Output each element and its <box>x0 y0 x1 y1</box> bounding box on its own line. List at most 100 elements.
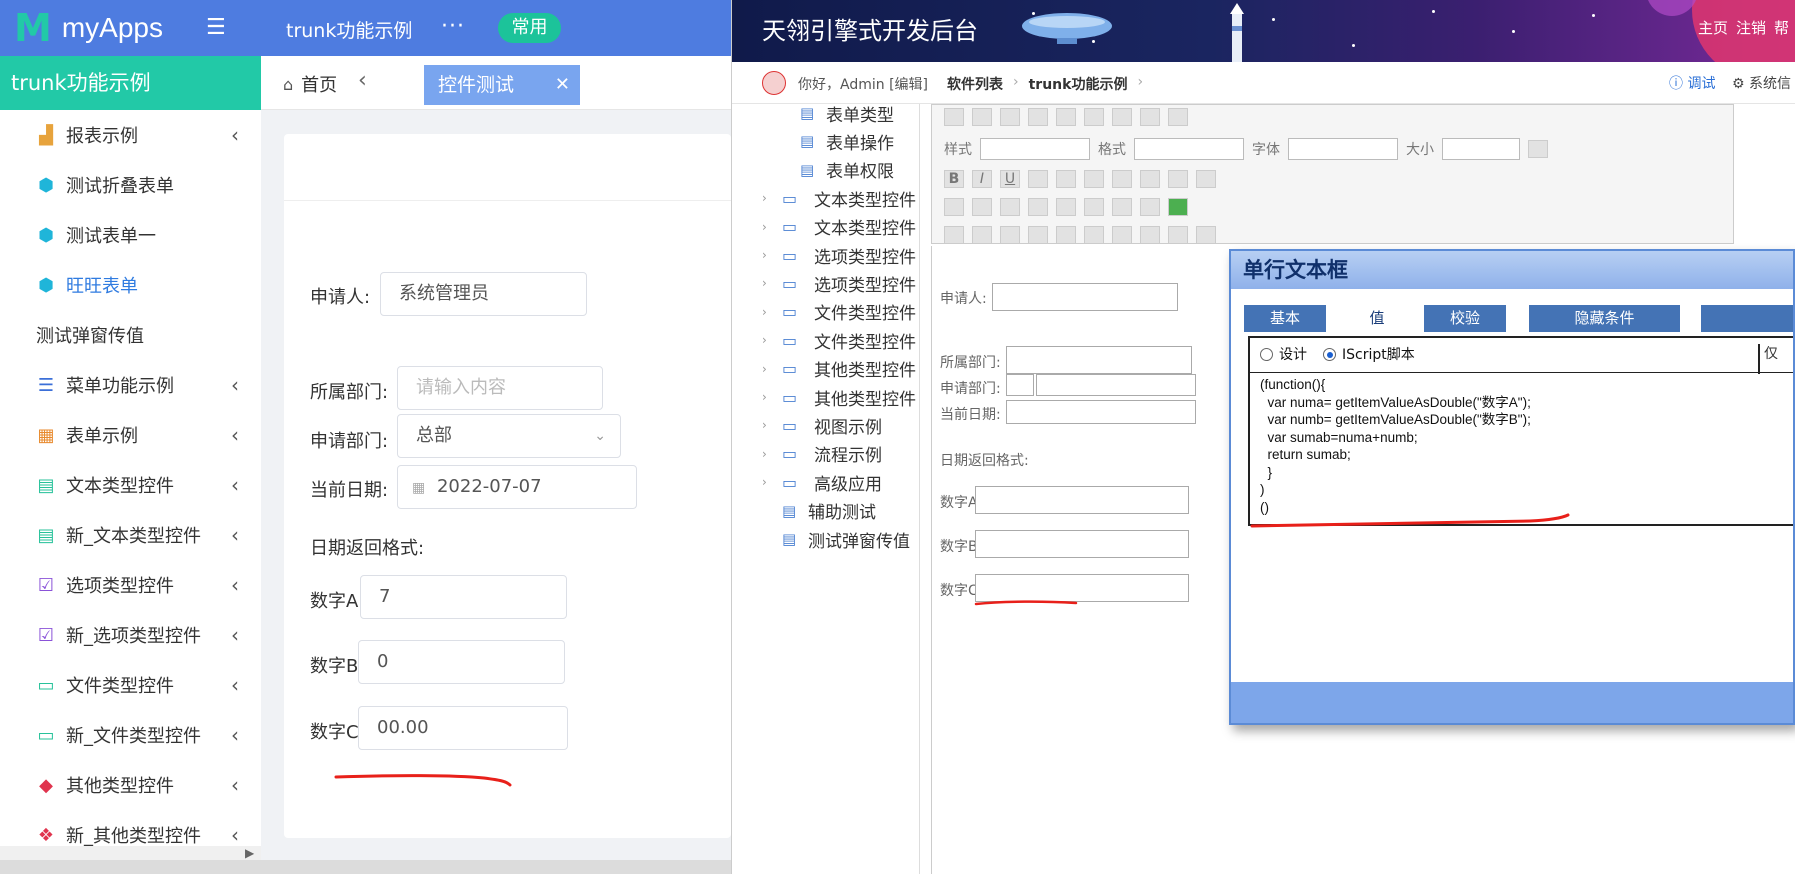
tab-basic[interactable]: 基本 <box>1244 305 1326 332</box>
tree-item[interactable]: ▤ 测试弹窗传值 <box>732 524 910 554</box>
chevron-left-icon[interactable]: ‹ <box>231 473 239 497</box>
chevron-left-icon[interactable]: ‹ <box>231 823 239 846</box>
design-num-b-field[interactable] <box>975 530 1189 558</box>
smiley-icon[interactable] <box>1140 108 1160 126</box>
tree-item[interactable]: › ▭ 视图示例 <box>732 410 882 440</box>
app-title[interactable]: trunk功能示例 <box>286 16 412 43</box>
align-right-icon[interactable] <box>1168 170 1188 188</box>
textarea-icon[interactable] <box>1028 198 1048 216</box>
dept-input[interactable]: 请输入内容 <box>397 366 603 410</box>
table-icon[interactable] <box>1112 108 1132 126</box>
chevron-left-icon[interactable]: ‹ <box>231 123 239 147</box>
expand-arrow-icon[interactable]: › <box>762 333 782 347</box>
chart-icon[interactable] <box>1084 226 1104 244</box>
avatar[interactable] <box>762 71 786 95</box>
chevron-left-icon[interactable]: ‹ <box>231 723 239 747</box>
menu-toggle-icon[interactable]: ☰ <box>206 17 230 39</box>
sidebar-item[interactable]: ⬢ 旺旺表单 <box>0 260 261 310</box>
format-select[interactable] <box>1134 138 1244 160</box>
green-grid-icon[interactable] <box>1168 198 1188 216</box>
radio-iscript[interactable] <box>1323 347 1336 361</box>
pencil-icon[interactable] <box>944 226 964 244</box>
image-icon[interactable] <box>1084 108 1104 126</box>
highlight-color-icon[interactable] <box>1196 226 1216 244</box>
expand-arrow-icon[interactable]: › <box>762 191 782 205</box>
iscript-code-editor[interactable]: (function(){ var numa= getItemValueAsDou… <box>1260 376 1790 526</box>
app-logo[interactable]: M myApps <box>14 9 163 47</box>
expand-arrow-icon[interactable]: › <box>762 305 782 319</box>
text-color-icon[interactable] <box>1168 226 1188 244</box>
map-icon[interactable] <box>1028 226 1048 244</box>
sidebar-item[interactable]: ◆ 其他类型控件 ‹ <box>0 760 261 810</box>
align-center-icon[interactable] <box>1140 170 1160 188</box>
logout-link[interactable]: 注销 <box>1736 17 1766 38</box>
design-applicant-field[interactable] <box>992 283 1178 311</box>
style-select[interactable] <box>980 138 1090 160</box>
tree-item[interactable]: › ▭ 选项类型控件 <box>732 240 916 270</box>
sidebar-item[interactable]: ⬢ 测试折叠表单 <box>0 160 261 210</box>
sidebar-item[interactable]: ▦ 表单示例 ‹ <box>0 410 261 460</box>
sidebar-item[interactable]: ⬢ 测试表单一 <box>0 210 261 260</box>
component-icon[interactable] <box>1112 198 1132 216</box>
apply-dept-select[interactable]: 总部 ⌄ <box>397 414 621 458</box>
debug-link[interactable]: ⓘ 调试 <box>1669 73 1715 93</box>
chevron-left-icon[interactable]: ‹ <box>231 673 239 697</box>
tab-value[interactable]: 值 <box>1354 305 1400 332</box>
strike-icon[interactable] <box>1028 170 1048 188</box>
tree-item[interactable]: › ▭ 其他类型控件 <box>732 382 916 412</box>
sidebar-item[interactable]: ▟ 报表示例 ‹ <box>0 110 261 160</box>
textfield-icon[interactable] <box>1000 198 1020 216</box>
outdent-icon[interactable] <box>1000 108 1020 126</box>
sidebar-item[interactable]: ☑ 选项类型控件 ‹ <box>0 560 261 610</box>
horizontal-scrollbar[interactable] <box>0 860 731 874</box>
design-date-field[interactable] <box>1006 400 1196 424</box>
link-icon[interactable] <box>1112 226 1132 244</box>
tree-item[interactable]: ▤ 表单类型 <box>732 104 894 128</box>
applicant-input[interactable]: 系统管理员 <box>380 272 587 316</box>
tree-item[interactable]: › ▭ 文件类型控件 <box>732 325 916 355</box>
num-a-input[interactable]: 7 <box>360 575 567 619</box>
num-b-input[interactable]: 0 <box>358 640 565 684</box>
home-link[interactable]: 主页 <box>1698 17 1728 38</box>
expand-arrow-icon[interactable]: › <box>762 220 782 234</box>
date-picker[interactable]: ▦ 2022-07-07 <box>397 465 637 509</box>
tab-hide-condition[interactable]: 隐藏条件 <box>1529 305 1680 332</box>
anchor-icon[interactable] <box>1140 226 1160 244</box>
tab-home[interactable]: ⌂ 首页 <box>283 71 337 97</box>
radio-design[interactable] <box>1260 347 1273 361</box>
tree-item[interactable]: ▤ 辅助测试 <box>732 496 876 526</box>
num-c-input[interactable]: 00.00 <box>358 706 568 750</box>
breadcrumb-software-list[interactable]: 软件列表 <box>947 74 1003 94</box>
sidebar-item[interactable]: ▤ 新_文本类型控件 ‹ <box>0 510 261 560</box>
sidebar-item[interactable]: ▭ 新_文件类型控件 ‹ <box>0 710 261 760</box>
tree-item[interactable]: ▤ 表单权限 <box>732 155 894 185</box>
sidebar-item[interactable]: ❖ 新_其他类型控件 ‹ <box>0 810 261 846</box>
expand-arrow-icon[interactable]: › <box>762 248 782 262</box>
layers-icon[interactable] <box>972 226 992 244</box>
help-link[interactable]: 帮 <box>1774 17 1789 38</box>
sidebar-item[interactable]: ☰ 菜单功能示例 ‹ <box>0 360 261 410</box>
subscript-icon[interactable] <box>1056 170 1076 188</box>
button-field-icon[interactable] <box>1140 198 1160 216</box>
scroll-right-icon[interactable]: ▶ <box>245 846 254 860</box>
expand-arrow-icon[interactable]: › <box>762 447 782 461</box>
tree-item[interactable]: › ▭ 其他类型控件 <box>732 354 916 384</box>
chevron-left-icon[interactable]: ‹ <box>231 523 239 547</box>
close-icon[interactable]: ✕ <box>555 65 570 105</box>
expand-arrow-icon[interactable]: › <box>762 418 782 432</box>
tree-item[interactable]: › ▭ 流程示例 <box>732 439 882 469</box>
design-apply-dept-select[interactable] <box>1006 374 1034 396</box>
expand-arrow-icon[interactable]: › <box>762 362 782 376</box>
tree-item[interactable]: › ▭ 高级应用 <box>732 467 882 497</box>
system-link[interactable]: ⚙ 系统信 <box>1732 73 1791 93</box>
italic-icon[interactable]: I <box>972 170 992 188</box>
find-icon[interactable] <box>1528 140 1548 158</box>
quote-icon[interactable] <box>1056 108 1076 126</box>
dialog-title[interactable]: 单行文本框 <box>1231 251 1793 289</box>
design-num-a-field[interactable] <box>975 486 1189 514</box>
calendar-field-icon[interactable] <box>1056 198 1076 216</box>
design-apply-dept-field[interactable] <box>1036 374 1196 396</box>
omega-icon[interactable] <box>1168 108 1188 126</box>
expand-arrow-icon[interactable]: › <box>762 475 782 489</box>
qrcode-icon[interactable] <box>1056 226 1076 244</box>
